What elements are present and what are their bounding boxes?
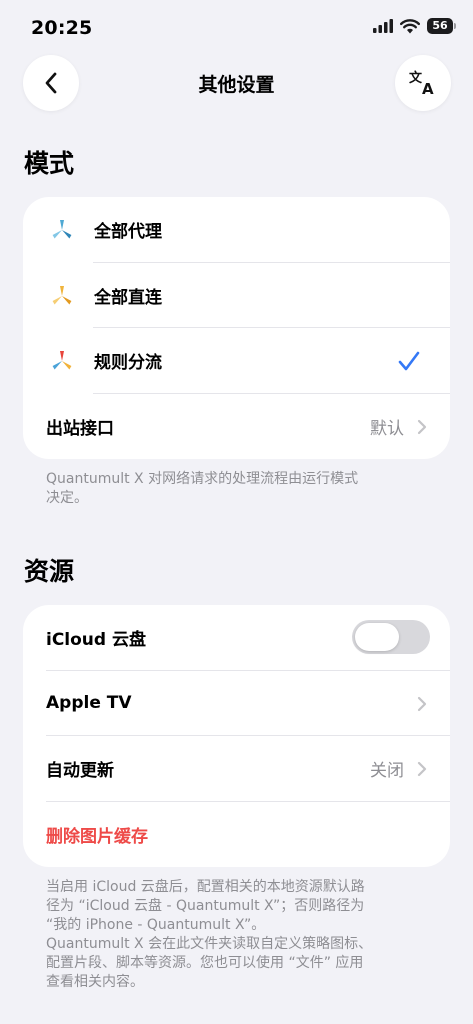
resource-footnote: 当启用 iCloud 云盘后，配置相关的本地资源默认路 径为 “iCloud 云… <box>46 878 416 992</box>
icloud-drive-row: iCloud 云盘 <box>23 605 450 671</box>
apple-tv-row[interactable]: Apple TV <box>23 671 450 737</box>
status-time: 20:25 <box>31 17 93 39</box>
mode-item-rule-based[interactable]: 规则分流 <box>23 328 450 394</box>
translate-icon: 文 A <box>409 70 434 97</box>
auto-update-label: 自动更新 <box>46 761 114 782</box>
resource-section-header: 资源 <box>24 557 75 586</box>
multicolor-triad-icon <box>52 351 72 370</box>
footnote-line: Quantumult X 对网络请求的处理流程由运行模式 <box>46 471 359 487</box>
toggle-knob <box>355 623 399 651</box>
mode-section-header: 模式 <box>24 149 75 178</box>
apple-tv-label: Apple TV <box>46 693 132 714</box>
clear-image-cache-label: 删除图片缓存 <box>46 826 148 847</box>
footnote-line: Quantumult X 会在此文件夹读取自定义策略图标、 <box>46 936 373 952</box>
auto-update-row[interactable]: 自动更新 关闭 <box>23 736 450 802</box>
mode-item-label: 规则分流 <box>94 353 162 374</box>
icloud-drive-label: iCloud 云盘 <box>46 630 146 651</box>
mode-item-label: 全部直连 <box>94 287 162 308</box>
chevron-right-icon <box>417 761 427 777</box>
orange-triad-icon <box>52 285 72 304</box>
outbound-interface-label: 出站接口 <box>46 418 114 439</box>
footnote-line: 配置片段、脚本等资源。您也可以使用 “文件” 应用 <box>46 955 364 971</box>
status-icons: 56 <box>373 18 456 34</box>
chevron-right-icon <box>417 696 427 711</box>
mode-item-direct-all[interactable]: 全部直连 <box>23 263 450 329</box>
svg-text:A: A <box>422 80 434 97</box>
outbound-interface-value: 默认 <box>370 418 404 439</box>
blue-triad-icon <box>52 220 72 239</box>
battery-level: 56 <box>432 19 448 32</box>
footnote-line: 决定。 <box>46 490 88 506</box>
svg-text:文: 文 <box>409 70 423 86</box>
clear-image-cache-button[interactable]: 删除图片缓存 <box>23 802 450 868</box>
icloud-drive-toggle[interactable] <box>352 620 430 654</box>
translate-button[interactable]: 文 A <box>395 55 451 111</box>
mode-item-label: 全部代理 <box>94 222 162 243</box>
checkmark-icon <box>398 351 420 371</box>
cellular-signal-icon <box>373 19 393 33</box>
footnote-line: 径为 “iCloud 云盘 - Quantumult X”；否则路径为 <box>46 898 365 914</box>
chevron-right-icon <box>417 419 427 434</box>
footnote-line: 当启用 iCloud 云盘后，配置相关的本地资源默认路 <box>46 879 365 895</box>
outbound-interface-row[interactable]: 出站接口 默认 <box>23 394 450 460</box>
footnote-line: 查看相关内容。 <box>46 974 144 990</box>
battery-icon: 56 <box>427 18 456 34</box>
mode-card: 全部代理 全部直连 规则分流 出站接口 默认 <box>23 197 450 459</box>
auto-update-value: 关闭 <box>370 761 404 782</box>
footnote-line: “我的 iPhone - Quantumult X”。 <box>46 917 266 933</box>
mode-footnote: Quantumult X 对网络请求的处理流程由运行模式 决定。 <box>46 470 416 508</box>
wifi-icon <box>400 18 420 33</box>
resource-card: iCloud 云盘 Apple TV 自动更新 关闭 删除图片缓存 <box>23 605 450 867</box>
status-bar: 20:25 56 <box>0 0 473 56</box>
mode-item-proxy-all[interactable]: 全部代理 <box>23 197 450 263</box>
